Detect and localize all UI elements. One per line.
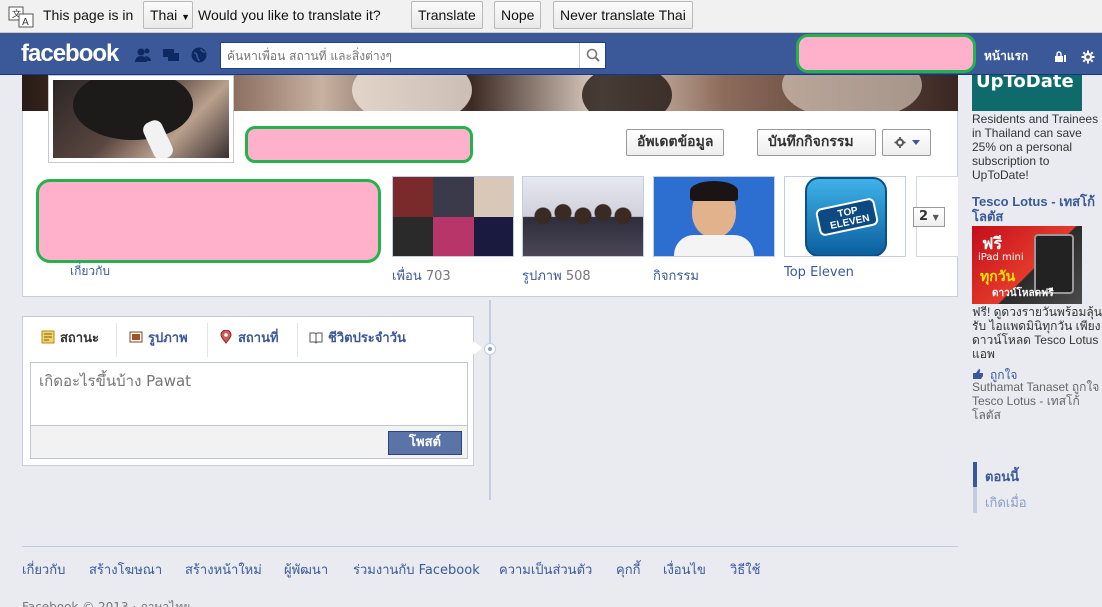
tab-divider	[297, 323, 298, 357]
footer-link-cookies[interactable]: คุกกี้	[616, 559, 640, 580]
about-link[interactable]: เกี่ยวกับ	[70, 262, 110, 281]
language-value: Thai	[150, 7, 178, 23]
profile-picture[interactable]	[48, 75, 234, 163]
tesco-ad-title[interactable]: Tesco Lotus - เทสโก้ โลตัส	[972, 194, 1102, 224]
facebook-logo[interactable]: facebook	[21, 40, 119, 68]
update-info-button[interactable]: อัพเดตข้อมูล	[626, 129, 725, 156]
status-input[interactable]	[30, 362, 468, 425]
tab-photo-label: รูปภาพ	[148, 331, 188, 346]
tesco-ad-body[interactable]: ฟรี! ดูดวงรายวันพร้อมลุ้นรับ ไอแพดมินิทุ…	[972, 305, 1102, 361]
timeline-nav-bar	[973, 487, 977, 513]
photos-label: รูปภาพ	[522, 269, 562, 284]
tab-life-event[interactable]: ชีวิตประจำวัน	[309, 327, 406, 357]
tesco-ad-everyday-text: ทุกวัน	[980, 269, 1016, 285]
place-icon	[220, 330, 232, 344]
composer-pointer	[473, 341, 483, 355]
more-tiles-panel: 2 ▼	[913, 176, 958, 257]
social-context-text: Suthamat Tanaset ถูกใจ Tesco Lotus - เทส…	[972, 380, 1100, 422]
notifications-globe-icon[interactable]	[190, 46, 208, 64]
chevron-down-icon: ▼	[181, 12, 191, 22]
chevron-down-icon	[912, 140, 920, 145]
messages-icon[interactable]	[162, 46, 180, 64]
translate-question: Would you like to translate it?	[198, 7, 381, 23]
profile-settings-dropdown[interactable]	[882, 129, 931, 156]
tab-place-label: สถานที่	[238, 331, 279, 346]
friends-count: 703	[425, 269, 451, 284]
tesco-ad-product-text: iPad mini	[978, 252, 1024, 263]
activities-tile-label[interactable]: กิจกรรม	[653, 265, 699, 286]
tab-status-label: สถานะ	[60, 331, 99, 346]
profile-info-redacted	[36, 179, 381, 263]
profile-name-redacted	[245, 126, 473, 163]
tesco-ad-download-text: ดาวน์โหลดฟรี	[992, 288, 1054, 299]
footer-link-developers[interactable]: ผู้พัฒนา	[284, 559, 328, 580]
footer-link-create-page[interactable]: สร้างหน้าใหม่	[185, 559, 262, 580]
status-composer: สถานะ รูปภาพ สถานที่ ชีวิตประจำวัน โพสต์	[22, 316, 474, 466]
timeline-nav-now[interactable]: ตอนนี้	[985, 466, 1019, 487]
top-eleven-app-icon: TOP ELEVEN	[805, 177, 887, 256]
language-select[interactable]: Thai ▼	[143, 1, 193, 29]
search-box	[220, 42, 606, 69]
activities-tile-thumbnail[interactable]	[653, 176, 775, 257]
ipad-image	[1034, 234, 1074, 294]
top-eleven-tile-label[interactable]: Top Eleven	[784, 265, 854, 280]
friend-requests-icon[interactable]	[134, 46, 152, 64]
more-tiles-button[interactable]: 2 ▼	[913, 207, 945, 227]
activity-log-button[interactable]: บันทึกกิจกรรม	[757, 129, 876, 156]
photo-icon	[129, 331, 143, 343]
top-eleven-tile-thumbnail[interactable]: TOP ELEVEN	[784, 176, 906, 257]
post-button[interactable]: โพสต์	[388, 431, 462, 455]
gear-icon[interactable]	[1081, 50, 1095, 64]
friends-tile-thumbnail[interactable]	[392, 176, 514, 257]
tab-life-event-label: ชีวิตประจำวัน	[328, 331, 406, 346]
composer-footer: โพสต์	[30, 425, 468, 459]
translate-button[interactable]: Translate	[411, 1, 483, 29]
user-profile-link-redacted[interactable]	[796, 34, 976, 73]
tab-photo[interactable]: รูปภาพ	[129, 327, 188, 357]
photos-tile-thumbnail[interactable]	[522, 176, 644, 257]
like-thumb-icon	[973, 369, 983, 379]
home-link[interactable]: หน้าแรก	[984, 47, 1028, 66]
search-input[interactable]	[221, 43, 576, 68]
uptodate-ad-body[interactable]: Residents and Trainees in Thailand can s…	[972, 112, 1102, 182]
tab-status[interactable]: สถานะ	[41, 327, 99, 357]
uptodate-ad-image[interactable]: UpToDate	[972, 75, 1082, 111]
top-navigation-bar: facebook หน้าแรก	[0, 33, 1102, 75]
photos-count: 508	[565, 269, 591, 284]
tesco-ad-image[interactable]: ฟรี iPad mini ทุกวัน ดาวน์โหลดฟรี	[972, 226, 1082, 304]
privacy-lock-icon[interactable]	[1053, 50, 1067, 64]
translate-prefix: This page is in	[43, 7, 134, 23]
more-tiles-count: 2	[919, 209, 929, 224]
footer-link-privacy[interactable]: ความเป็นส่วนตัว	[499, 559, 592, 580]
footer-link-about[interactable]: เกี่ยวกับ	[22, 559, 65, 580]
chevron-down-icon: ▼	[932, 213, 939, 222]
nope-button[interactable]: Nope	[494, 1, 542, 29]
translate-icon: 文 A	[8, 6, 34, 28]
status-icon	[41, 330, 55, 344]
footer-link-create-ad[interactable]: สร้างโฆษณา	[89, 559, 162, 580]
search-button[interactable]	[579, 43, 605, 68]
svg-text:A: A	[22, 17, 29, 28]
timeline-dot	[484, 343, 496, 355]
timeline-spine	[489, 300, 491, 500]
tab-divider	[116, 323, 117, 357]
photos-tile-label[interactable]: รูปภาพ 508	[522, 265, 591, 286]
footer-divider	[22, 546, 958, 547]
timeline-nav-born[interactable]: เกิดเมื่อ	[985, 492, 1027, 513]
search-icon	[586, 48, 600, 62]
timeline-nav-active-bar	[973, 462, 977, 487]
tab-divider	[207, 323, 208, 357]
footer-link-help[interactable]: วิธีใช้	[730, 559, 760, 580]
uptodate-ad-image-text: UpToDate	[976, 75, 1074, 92]
tab-place[interactable]: สถานที่	[219, 327, 279, 357]
never-translate-button[interactable]: Never translate Thai	[553, 1, 693, 29]
footer-link-terms[interactable]: เงื่อนไข	[663, 559, 706, 580]
life-event-icon	[309, 332, 323, 344]
friends-label: เพื่อน	[392, 269, 422, 284]
footer-copyright: Facebook © 2013 · ภาษาไทย	[22, 600, 191, 607]
friends-tile-label[interactable]: เพื่อน 703	[392, 265, 451, 286]
translate-bar: 文 A This page is in Thai ▼ Would you lik…	[0, 0, 1102, 33]
footer-link-careers[interactable]: ร่วมงานกับ Facebook	[353, 559, 480, 580]
